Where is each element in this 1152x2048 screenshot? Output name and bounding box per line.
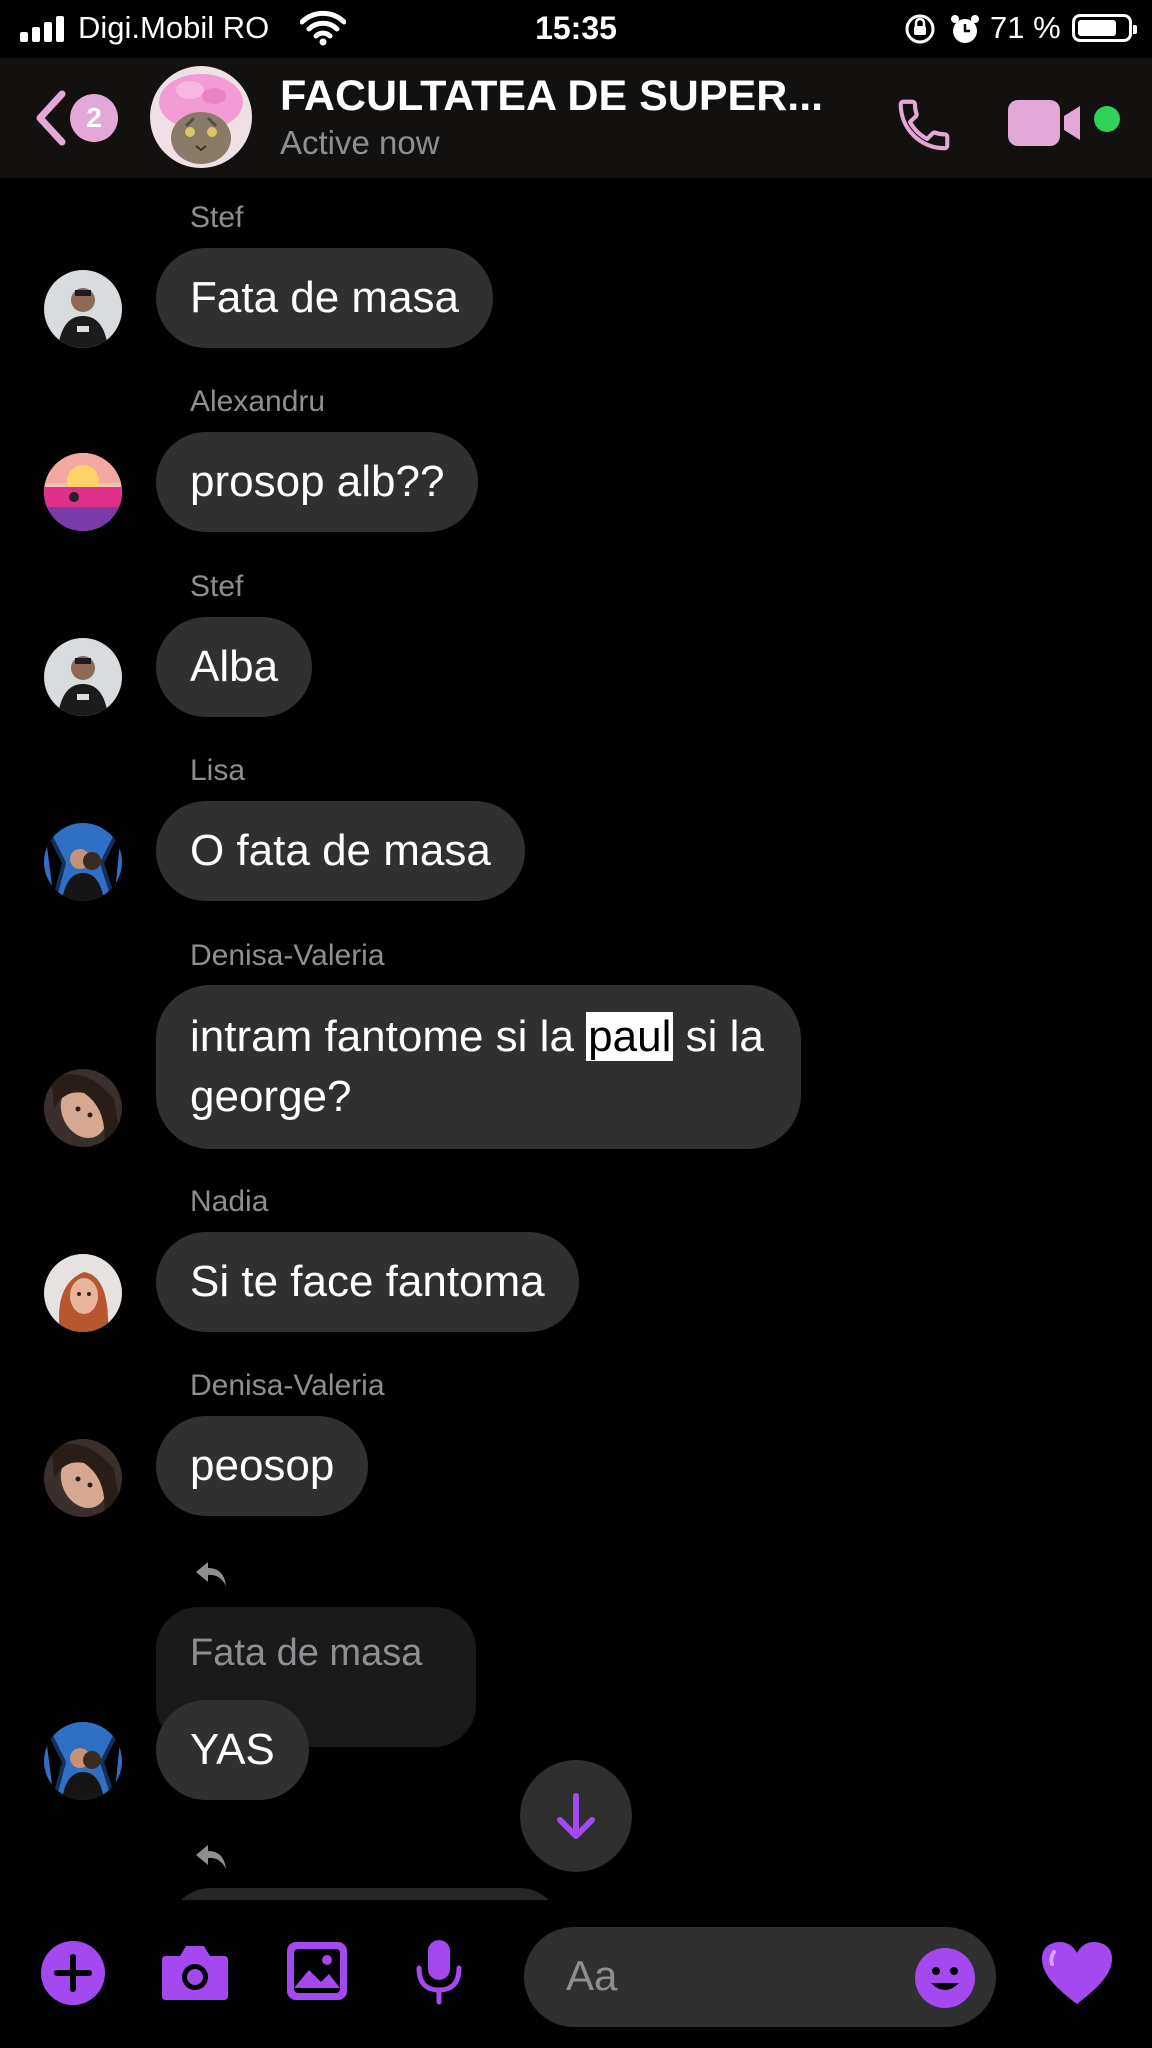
rotation-lock-alarm-icon bbox=[905, 14, 979, 44]
avatar[interactable] bbox=[44, 1722, 122, 1800]
online-indicator bbox=[1094, 106, 1120, 132]
message-bubble[interactable]: Fata de masa bbox=[156, 248, 494, 348]
message-bubble[interactable]: intram fantome si la paul si la george? bbox=[156, 985, 801, 1149]
chevron-left-icon bbox=[36, 90, 66, 146]
avatar[interactable] bbox=[44, 1254, 122, 1332]
avatar[interactable] bbox=[44, 638, 122, 716]
message-composer: Aa bbox=[0, 1900, 1152, 2048]
message-bubble[interactable]: peosop bbox=[156, 1416, 369, 1516]
emoji-icon bbox=[915, 1948, 975, 2008]
microphone-icon bbox=[416, 1940, 462, 2005]
sender-name: Stef bbox=[190, 570, 244, 603]
avatar[interactable] bbox=[44, 823, 122, 901]
avatar[interactable] bbox=[44, 270, 122, 348]
arrow-down-icon bbox=[557, 1793, 595, 1839]
message-bubble[interactable]: Si te face fantoma bbox=[156, 1232, 579, 1332]
reply-icon bbox=[194, 1843, 228, 1876]
status-icons bbox=[903, 12, 983, 51]
conversation-title[interactable]: FACULTATEA DE SUPER... bbox=[280, 72, 870, 121]
message-bubble[interactable]: Alba bbox=[156, 617, 313, 717]
gallery-button[interactable] bbox=[285, 1940, 349, 2007]
avatar[interactable] bbox=[44, 1069, 122, 1147]
status-bar: Digi.Mobil RO 15:35 71 % bbox=[0, 0, 1152, 58]
voice-message-button[interactable] bbox=[414, 1938, 464, 2011]
video-call-button[interactable] bbox=[1006, 98, 1082, 153]
message-bubble[interactable]: prosop alb?? bbox=[156, 432, 479, 532]
phone-icon bbox=[898, 99, 950, 151]
avatar[interactable] bbox=[44, 1439, 122, 1517]
back-button[interactable] bbox=[32, 88, 72, 153]
reply-icon bbox=[194, 1560, 228, 1593]
selected-text-highlight[interactable]: paul bbox=[586, 1012, 674, 1061]
quoted-message-text: Fata de masa bbox=[190, 1632, 423, 1674]
video-camera-icon bbox=[1008, 100, 1080, 146]
plus-icon bbox=[41, 1941, 105, 2005]
sender-name: Denisa-Valeria bbox=[190, 1369, 385, 1402]
conversation-header: 2 FACULTATEA DE SUPER... Active now bbox=[0, 58, 1152, 178]
heart-icon bbox=[1042, 1942, 1112, 2004]
message-input[interactable]: Aa bbox=[524, 1927, 996, 2027]
message-bubble[interactable]: O fata de masa bbox=[156, 801, 525, 901]
sender-name: Lisa bbox=[190, 754, 246, 787]
camera-icon bbox=[162, 1946, 228, 2000]
more-actions-button[interactable] bbox=[40, 1940, 106, 2011]
sender-name: Alexandru bbox=[190, 385, 326, 418]
camera-button[interactable] bbox=[160, 1942, 230, 2007]
sender-name: Denisa-Valeria bbox=[190, 939, 385, 972]
avatar[interactable] bbox=[44, 453, 122, 531]
image-icon bbox=[287, 1942, 347, 2000]
battery-percentage: 71 % bbox=[990, 10, 1061, 45]
sender-name: Stef bbox=[190, 201, 244, 234]
audio-call-button[interactable] bbox=[893, 94, 955, 161]
message-text: intram fantome si la bbox=[190, 1012, 587, 1061]
sender-name: Nadia bbox=[190, 1185, 269, 1218]
emoji-button[interactable] bbox=[914, 1947, 976, 2014]
like-heart-button[interactable] bbox=[1040, 1940, 1114, 2011]
message-input-placeholder: Aa bbox=[566, 1952, 618, 1999]
scroll-to-bottom-button[interactable] bbox=[520, 1760, 632, 1872]
battery-icon bbox=[1072, 14, 1137, 42]
active-status: Active now bbox=[280, 124, 440, 161]
group-avatar[interactable] bbox=[150, 66, 252, 168]
unread-count-badge: 2 bbox=[70, 94, 118, 142]
message-bubble[interactable]: YAS bbox=[156, 1700, 309, 1800]
